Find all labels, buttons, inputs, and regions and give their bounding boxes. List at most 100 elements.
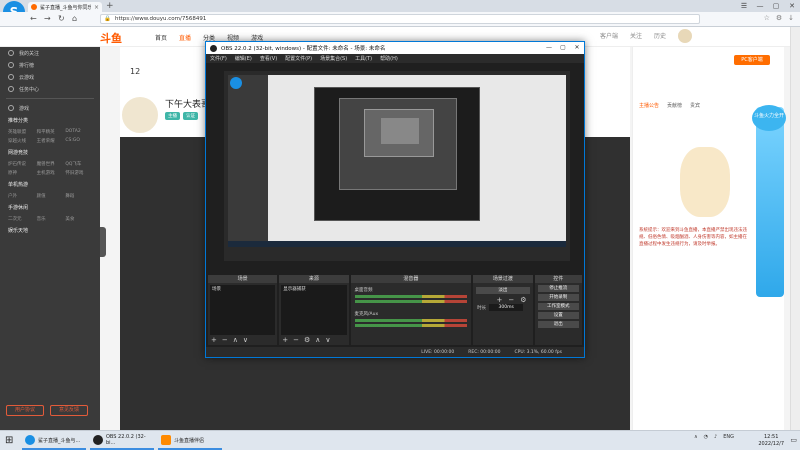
- obs-preview[interactable]: [224, 71, 570, 261]
- category-link[interactable]: QQ飞车: [65, 161, 92, 167]
- category-link[interactable]: 二次元: [8, 216, 35, 222]
- exit-button[interactable]: 退出: [537, 321, 580, 328]
- close-tab-icon[interactable]: ×: [94, 4, 99, 11]
- category-link[interactable]: 音乐: [37, 216, 64, 222]
- close-button[interactable]: ✕: [784, 0, 800, 12]
- transition-select[interactable]: 淡出: [476, 287, 530, 294]
- category-link[interactable]: CS:GO: [65, 138, 92, 144]
- category-link[interactable]: 英雄联盟: [8, 129, 35, 135]
- move-up-icon[interactable]: ∧: [315, 336, 320, 344]
- category-link[interactable]: 主机游戏: [37, 170, 64, 176]
- nav-client[interactable]: 客户端: [600, 31, 618, 40]
- site-logo[interactable]: 斗鱼: [100, 30, 122, 46]
- add-source-icon[interactable]: +: [282, 336, 288, 344]
- category-link[interactable]: 户外: [8, 193, 35, 199]
- system-clock[interactable]: 12:51 2022/12/7: [758, 434, 784, 448]
- notification-icon[interactable]: ▭: [790, 436, 797, 444]
- user-agreement-button[interactable]: 用户协议: [6, 405, 44, 416]
- refresh-icon[interactable]: ↻: [58, 14, 65, 23]
- move-down-icon[interactable]: ∨: [325, 336, 330, 344]
- tab-announcement[interactable]: 主播公告: [639, 102, 659, 109]
- start-recording-button[interactable]: 开始录制: [537, 294, 580, 301]
- obs-maximize-button[interactable]: ▢: [556, 42, 570, 54]
- tab-vip[interactable]: 贵宾: [690, 102, 700, 109]
- category-link[interactable]: 舞蹈: [65, 193, 92, 199]
- new-tab-button[interactable]: +: [106, 1, 114, 11]
- taskbar-item-browser[interactable]: 鲨子直播_斗鱼与...: [22, 432, 86, 450]
- category-link[interactable]: 炉石传说: [8, 161, 35, 167]
- remove-source-icon[interactable]: −: [293, 336, 299, 344]
- sidebar-item-cloud-game[interactable]: 云游戏: [0, 71, 100, 83]
- streamer-avatar[interactable]: [120, 95, 160, 135]
- volume-slider[interactable]: [354, 324, 468, 327]
- maximize-button[interactable]: ▢: [768, 0, 784, 12]
- category-link[interactable]: 怀旧游戏: [65, 170, 92, 176]
- duration-input[interactable]: 300ms: [489, 304, 524, 311]
- input-language[interactable]: ENG: [723, 434, 734, 440]
- sidebar-item-tasks[interactable]: 任务中心: [0, 83, 100, 95]
- page-scrollbar[interactable]: [790, 27, 800, 430]
- menu-tools[interactable]: 工具(T): [355, 55, 372, 62]
- taskbar-item-obs[interactable]: OBS 22.0.2 (32-bi...: [90, 432, 154, 450]
- gear-icon[interactable]: ⚙: [520, 296, 526, 304]
- nav-follow[interactable]: 关注: [630, 31, 642, 40]
- obs-titlebar[interactable]: OBS 22.0.2 (32-bit, windows) - 配置文件: 未命名…: [206, 42, 584, 54]
- category-link[interactable]: 魔兽世界: [37, 161, 64, 167]
- add-transition-icon[interactable]: +: [497, 296, 503, 304]
- volume-slider[interactable]: [354, 300, 468, 303]
- category-link[interactable]: 原神: [8, 170, 35, 176]
- download-icon[interactable]: ↓: [788, 14, 794, 22]
- windows-start-icon[interactable]: ⊞: [5, 435, 13, 446]
- sidebar-item-rank[interactable]: 排行榜: [0, 59, 100, 71]
- tray-expand-icon[interactable]: ∧: [694, 434, 698, 440]
- menu-icon[interactable]: ☰: [736, 0, 752, 12]
- move-down-icon[interactable]: ∨: [243, 336, 248, 344]
- move-up-icon[interactable]: ∧: [233, 336, 238, 344]
- feedback-button[interactable]: 意见反馈: [50, 405, 88, 416]
- sidebar-item-follow[interactable]: 我的关注: [0, 47, 100, 59]
- obs-minimize-button[interactable]: —: [542, 42, 556, 54]
- menu-view[interactable]: 查看(V): [260, 55, 277, 62]
- home-icon[interactable]: ⌂: [72, 14, 77, 23]
- nav-live[interactable]: 直播: [179, 33, 191, 42]
- pc-client-button[interactable]: PC客户端: [734, 55, 770, 65]
- scene-item[interactable]: 场景: [210, 285, 275, 293]
- url-field[interactable]: 🔒 https://www.douyu.com/7568491: [100, 14, 700, 24]
- studio-mode-button[interactable]: 工作室模式: [537, 303, 580, 310]
- nav-home[interactable]: 首页: [155, 33, 167, 42]
- source-item[interactable]: 显示器捕获: [281, 285, 346, 293]
- category-link[interactable]: 王者荣耀: [37, 138, 64, 144]
- back-icon[interactable]: ←: [30, 14, 37, 23]
- extension-icon[interactable]: ⚙: [776, 14, 782, 22]
- sources-list[interactable]: 显示器捕获: [281, 285, 347, 335]
- network-icon[interactable]: ◔: [704, 434, 708, 440]
- obs-close-button[interactable]: ✕: [570, 42, 584, 54]
- star-icon[interactable]: ☆: [764, 14, 770, 22]
- menu-profile[interactable]: 配置文件(P): [285, 55, 312, 62]
- promo-banner[interactable]: [756, 107, 784, 297]
- promo-badge[interactable]: 斗鱼火力全开: [752, 105, 786, 131]
- sidebar-item-games[interactable]: 游戏: [0, 102, 100, 114]
- gear-icon[interactable]: ⚙: [304, 336, 310, 344]
- remove-scene-icon[interactable]: −: [222, 336, 228, 344]
- volume-icon[interactable]: ♪: [714, 434, 717, 440]
- add-scene-icon[interactable]: +: [211, 336, 217, 344]
- category-link[interactable]: 颜值: [37, 193, 64, 199]
- tab-contribution[interactable]: 贡献榜: [667, 102, 682, 109]
- nav-history[interactable]: 历史: [654, 31, 666, 40]
- menu-scene-collection[interactable]: 场景集合(S): [320, 55, 347, 62]
- minimize-button[interactable]: —: [752, 0, 768, 12]
- forward-icon[interactable]: →: [44, 14, 51, 23]
- category-link[interactable]: DOTA2: [65, 129, 92, 135]
- settings-button[interactable]: 设置: [537, 312, 580, 319]
- menu-file[interactable]: 文件(F): [210, 55, 227, 62]
- scenes-list[interactable]: 场景: [210, 285, 276, 335]
- category-link[interactable]: 美食: [65, 216, 92, 222]
- menu-help[interactable]: 帮助(H): [380, 55, 398, 62]
- remove-transition-icon[interactable]: −: [508, 296, 514, 304]
- taskbar-item-companion[interactable]: 斗鱼直播伴侣: [158, 432, 222, 450]
- menu-edit[interactable]: 编辑(E): [235, 55, 252, 62]
- stop-streaming-button[interactable]: 停止推流: [537, 285, 580, 292]
- category-link[interactable]: 穿越火线: [8, 138, 35, 144]
- user-avatar[interactable]: [678, 29, 692, 43]
